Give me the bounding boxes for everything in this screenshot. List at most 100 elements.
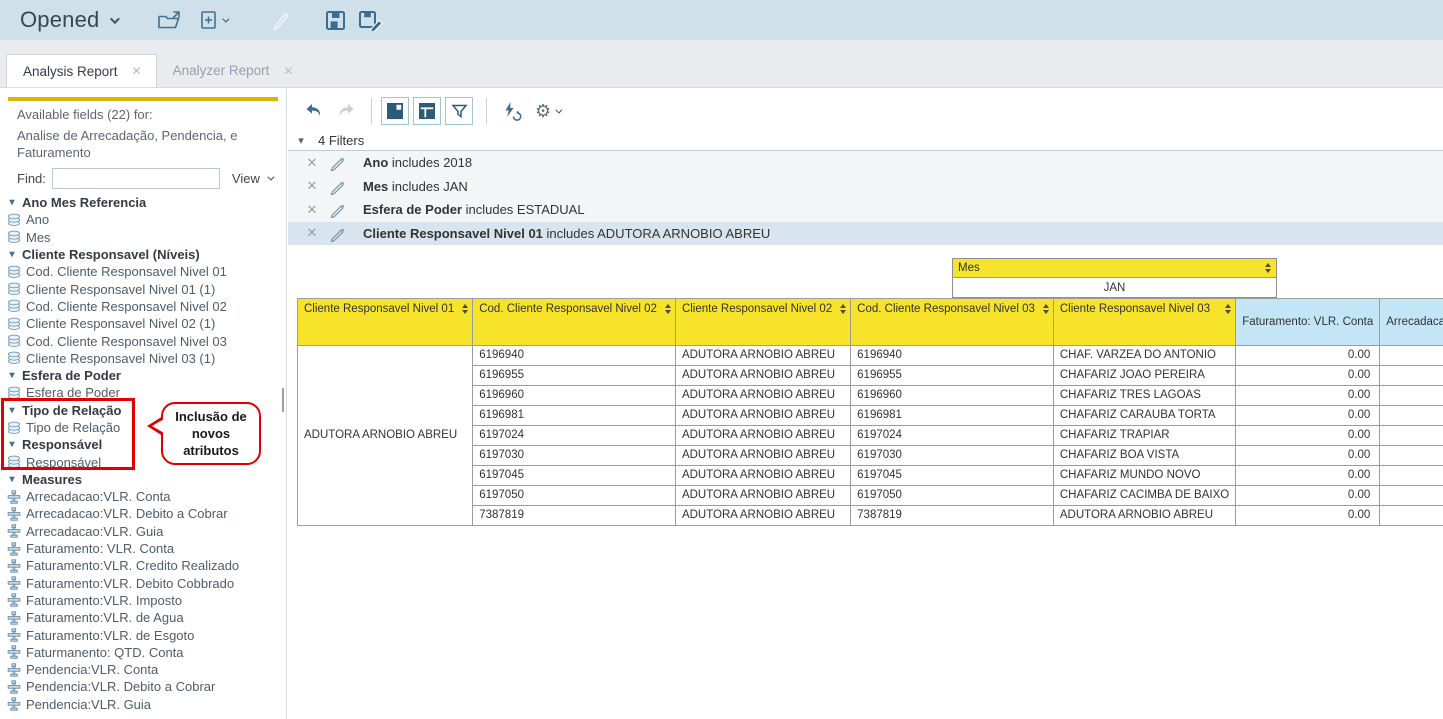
remove-filter-icon[interactable]: ✕ — [305, 155, 319, 171]
remove-filter-icon[interactable]: ✕ — [305, 202, 319, 218]
close-tab-icon[interactable]: ✕ — [283, 64, 293, 78]
field-item[interactable]: Cod. Cliente Responsavel Nivel 02 — [4, 298, 284, 315]
measure-header-cell[interactable]: Faturamento: VLR. Conta — [1236, 299, 1380, 346]
member-cell[interactable]: ADUTORA ARNOBIO ABREU — [675, 486, 850, 506]
settings-menu-button[interactable]: ⚙ — [535, 102, 560, 120]
field-item[interactable]: Cliente Responsavel Nivel 03 (1) — [4, 350, 284, 367]
measure-item[interactable]: Faturamento:VLR. Credito Realizado — [4, 557, 284, 574]
collapse-triangle-icon[interactable]: ▾ — [7, 249, 17, 260]
find-input[interactable] — [52, 168, 220, 189]
member-cell[interactable]: 6197045 — [851, 466, 1054, 486]
field-group-measures[interactable]: ▾Measures — [4, 471, 284, 488]
member-cell[interactable]: 6196960 — [473, 386, 676, 406]
opened-menu[interactable]: Opened — [20, 7, 117, 33]
member-cell[interactable]: 6196955 — [473, 366, 676, 386]
member-cell[interactable]: 6196981 — [851, 406, 1054, 426]
sort-arrows-icon[interactable] — [462, 304, 468, 314]
member-cell[interactable]: 6197024 — [851, 426, 1054, 446]
save-button[interactable] — [325, 10, 346, 31]
open-report-button[interactable] — [157, 10, 183, 30]
edit-filter-icon[interactable] — [329, 225, 347, 242]
member-cell[interactable]: CHAFARIZ TRES LAGOAS — [1053, 386, 1235, 406]
measure-item[interactable]: Faturamento:VLR. Imposto — [4, 592, 284, 609]
edit-filter-icon[interactable] — [329, 178, 347, 195]
panel-splitter-handle[interactable] — [282, 388, 284, 412]
filter-row[interactable]: ✕ Ano includes 2018 — [288, 151, 1443, 175]
collapse-triangle-icon[interactable]: ▾ — [7, 197, 17, 208]
measure-item[interactable]: Arrecadacao:VLR. Debito a Cobrar — [4, 505, 284, 522]
field-item[interactable]: Mes — [4, 229, 284, 246]
member-cell[interactable]: 7387819 — [851, 506, 1054, 526]
measure-item[interactable]: Faturmanento: QTD. Conta — [4, 644, 284, 661]
member-cell[interactable]: 6197050 — [473, 486, 676, 506]
sort-arrows-icon[interactable] — [1043, 304, 1049, 314]
sort-arrows-icon[interactable] — [840, 304, 846, 314]
auto-refresh-button[interactable] — [502, 101, 523, 121]
member-cell[interactable]: ADUTORA ARNOBIO ABREU — [675, 366, 850, 386]
member-cell[interactable]: 6196981 — [473, 406, 676, 426]
toggle-available-fields-button[interactable] — [381, 97, 409, 125]
member-cell[interactable]: CHAFARIZ CARAUBA TORTA — [1053, 406, 1235, 426]
measure-item[interactable]: Faturamento: VLR. Conta — [4, 540, 284, 557]
measure-header-cell[interactable]: Arrecadacao:VLR. Conta — [1380, 299, 1443, 346]
field-group-ano-mes-referencia[interactable]: ▾Ano Mes Referencia — [4, 194, 284, 211]
member-cell[interactable]: CHAFARIZ CACIMBA DE BAIXO — [1053, 486, 1235, 506]
member-cell[interactable]: ADUTORA ARNOBIO ABREU — [675, 466, 850, 486]
close-tab-icon[interactable]: ✕ — [132, 64, 142, 78]
member-cell[interactable]: CHAFARIZ BOA VISTA — [1053, 446, 1235, 466]
field-item[interactable]: Cliente Responsavel Nivel 02 (1) — [4, 315, 284, 332]
tab-analysis-report[interactable]: Analysis Report ✕ — [6, 54, 157, 87]
field-item[interactable]: Ano — [4, 211, 284, 228]
save-as-button[interactable] — [358, 10, 384, 31]
edit-filter-icon[interactable] — [329, 201, 347, 218]
sort-arrows-icon[interactable] — [1265, 263, 1271, 273]
member-cell[interactable]: 6197024 — [473, 426, 676, 446]
field-item[interactable]: Esfera de Poder — [4, 384, 284, 401]
filter-row[interactable]: ✕ Mes includes JAN — [288, 175, 1443, 199]
collapse-triangle-icon[interactable]: ▾ — [7, 370, 17, 381]
field-item[interactable]: Cod. Cliente Responsavel Nivel 01 — [4, 263, 284, 280]
member-cell[interactable]: CHAF. VARZEA DO ANTONIO — [1053, 346, 1235, 366]
toggle-layout-panel-button[interactable] — [413, 97, 441, 125]
member-cell[interactable]: 6196940 — [851, 346, 1054, 366]
remove-filter-icon[interactable]: ✕ — [305, 225, 319, 241]
remove-filter-icon[interactable]: ✕ — [305, 178, 319, 194]
member-cell[interactable]: ADUTORA ARNOBIO ABREU — [675, 386, 850, 406]
measure-item[interactable]: Arrecadacao:VLR. Guia — [4, 523, 284, 540]
sort-arrows-icon[interactable] — [1225, 304, 1231, 314]
measure-item[interactable]: Pendencia:VLR. Debito a Cobrar — [4, 678, 284, 695]
row-header-cell[interactable]: Cod. Cliente Responsavel Nivel 03 — [851, 299, 1054, 346]
tab-analyzer-report[interactable]: Analyzer Report ✕ — [157, 54, 308, 87]
undo-button[interactable] — [304, 102, 324, 120]
filter-row-selected[interactable]: ✕ Cliente Responsavel Nivel 01 includes … — [288, 222, 1443, 246]
measure-item[interactable]: Faturamento:VLR. de Esgoto — [4, 626, 284, 643]
member-cell[interactable]: ADUTORA ARNOBIO ABREU — [675, 446, 850, 466]
filters-section-header[interactable]: ▾ 4 Filters — [296, 133, 364, 148]
member-cell[interactable]: 6197030 — [851, 446, 1054, 466]
filter-row[interactable]: ✕ Esfera de Poder includes ESTADUAL — [288, 198, 1443, 222]
member-cell[interactable]: ADUTORA ARNOBIO ABREU — [675, 346, 850, 366]
member-cell[interactable]: 6197045 — [473, 466, 676, 486]
row-header-cell[interactable]: Cliente Responsavel Nivel 03 — [1053, 299, 1235, 346]
collapse-triangle-icon[interactable]: ▾ — [7, 439, 17, 450]
member-cell[interactable]: ADUTORA ARNOBIO ABREU — [675, 506, 850, 526]
collapse-triangle-icon[interactable]: ▾ — [296, 134, 306, 147]
member-cell[interactable]: 6196955 — [851, 366, 1054, 386]
sort-arrows-icon[interactable] — [665, 304, 671, 314]
member-cell[interactable]: CHAFARIZ TRAPIAR — [1053, 426, 1235, 446]
field-group-esfera-de-poder[interactable]: ▾Esfera de Poder — [4, 367, 284, 384]
member-cell[interactable]: 6196940 — [473, 346, 676, 366]
member-cell[interactable]: 6197050 — [851, 486, 1054, 506]
member-cell[interactable]: 6196960 — [851, 386, 1054, 406]
field-item[interactable]: Cod. Cliente Responsavel Nivel 03 — [4, 332, 284, 349]
column-member-cell[interactable]: JAN — [953, 278, 1276, 297]
toggle-filters-button[interactable] — [445, 97, 473, 125]
measure-item[interactable]: Faturamento:VLR. Debito Cobbrado — [4, 575, 284, 592]
member-cell[interactable]: 7387819 — [473, 506, 676, 526]
member-cell[interactable]: ADUTORA ARNOBIO ABREU — [1053, 506, 1235, 526]
measure-item[interactable]: Faturamento:VLR. de Agua — [4, 609, 284, 626]
row-header-cell[interactable]: Cliente Responsavel Nivel 02 — [675, 299, 850, 346]
member-cell[interactable]: CHAFARIZ MUNDO NOVO — [1053, 466, 1235, 486]
row-header-cell[interactable]: Cliente Responsavel Nivel 01 — [298, 299, 473, 346]
member-cell[interactable]: ADUTORA ARNOBIO ABREU — [675, 426, 850, 446]
